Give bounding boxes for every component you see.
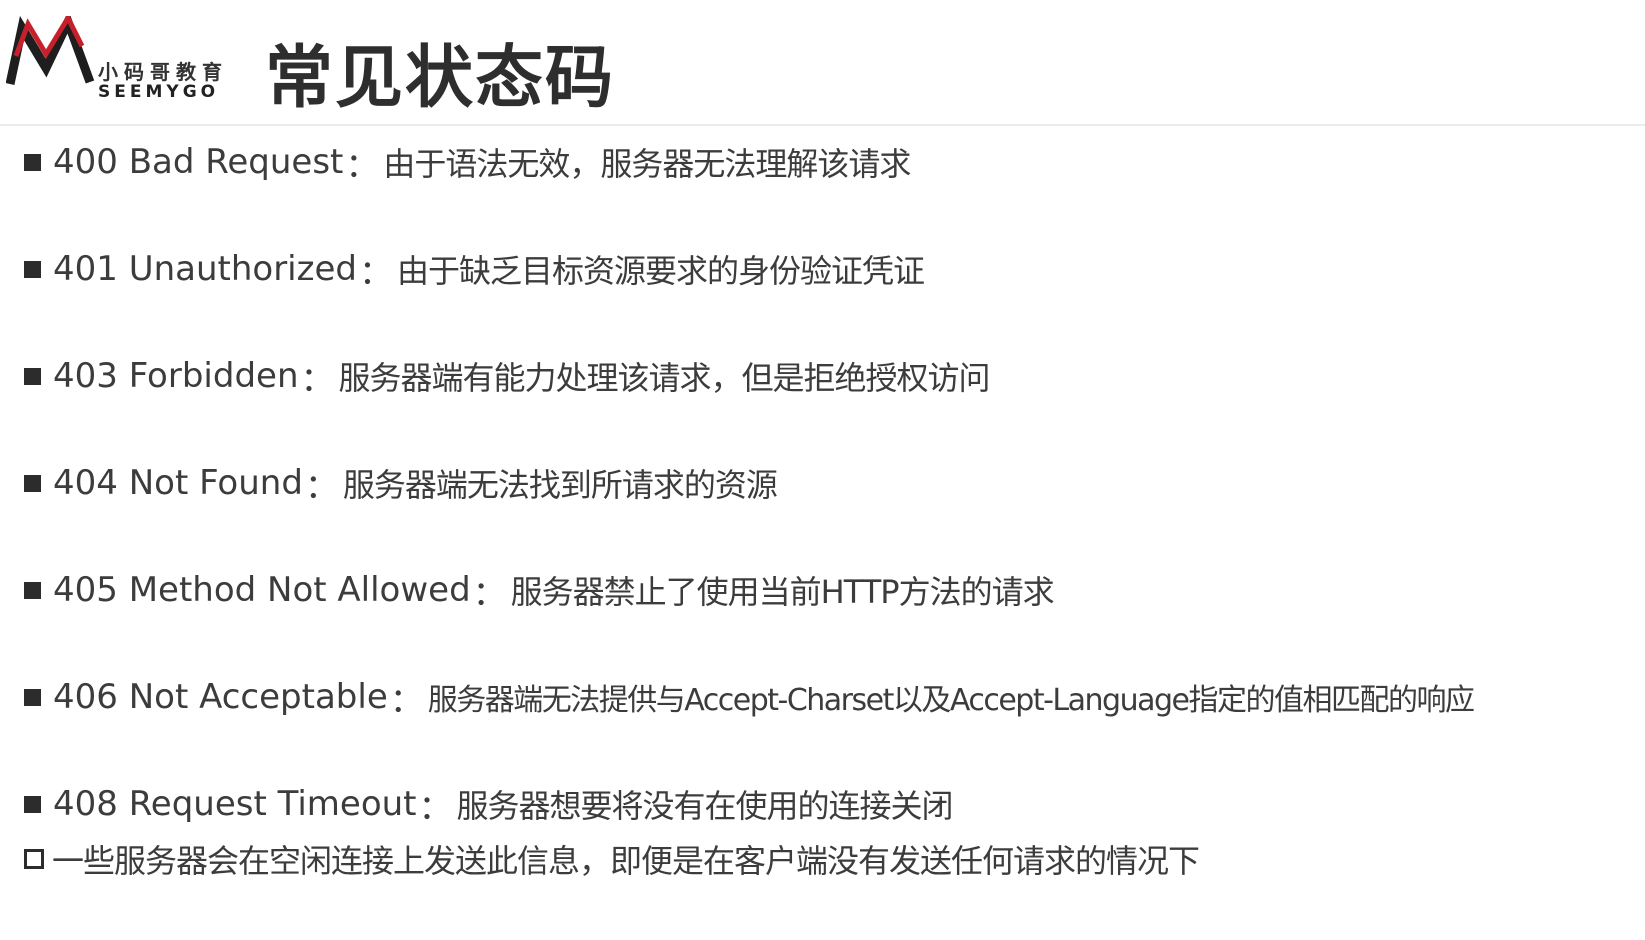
sub-item-description: 一些服务器会在空闲连接上发送此信息，即便是在客户端没有发送任何请求的情况下	[52, 842, 1200, 880]
status-description: 服务器端有能力处理该请求，但是拒绝授权访问	[338, 359, 991, 397]
square-bullet-icon	[24, 153, 41, 171]
list-item: 400 Bad Request：由于语法无效，服务器无法理解该请求	[24, 137, 911, 187]
status-description: 服务器端无法提供与Accept-Charset以及Accept-Language…	[427, 683, 1475, 718]
status-description: 服务器禁止了使用当前HTTP方法的请求	[510, 573, 1055, 611]
square-bullet-icon	[24, 367, 41, 385]
colon: ：	[389, 680, 424, 721]
list-item: 404 Not Found：服务器端无法找到所请求的资源	[24, 458, 778, 508]
colon: ：	[304, 466, 339, 507]
status-code: 403 Forbidden	[53, 356, 299, 396]
sub-list-item: 一些服务器会在空闲连接上发送此信息，即便是在客户端没有发送任何请求的情况下	[24, 834, 1200, 884]
status-code: 404 Not Found	[53, 463, 303, 503]
status-code: 406 Not Acceptable	[53, 677, 388, 717]
status-description: 由于缺乏目标资源要求的身份验证凭证	[396, 252, 925, 290]
status-code: 408 Request Timeout	[53, 784, 417, 824]
list-item: 405 Method Not Allowed：服务器禁止了使用当前HTTP方法的…	[24, 565, 1055, 615]
square-bullet-icon	[24, 581, 41, 599]
status-description: 服务器想要将没有在使用的连接关闭	[456, 787, 954, 825]
colon: ：	[418, 787, 453, 828]
status-code: 405 Method Not Allowed	[53, 570, 471, 610]
square-bullet-icon	[24, 260, 41, 278]
status-description: 服务器端无法找到所请求的资源	[342, 466, 778, 504]
colon: ：	[358, 252, 393, 293]
list-item: 408 Request Timeout：服务器想要将没有在使用的连接关闭	[24, 779, 954, 829]
status-code: 401 Unauthorized	[53, 249, 357, 289]
list-item: 401 Unauthorized：由于缺乏目标资源要求的身份验证凭证	[24, 244, 925, 294]
status-code-list: 400 Bad Request：由于语法无效，服务器无法理解该请求 401 Un…	[0, 0, 1645, 940]
hollow-square-bullet-icon	[24, 849, 44, 869]
status-description: 由于语法无效，服务器无法理解该请求	[383, 145, 911, 183]
colon: ：	[345, 145, 380, 186]
list-item: 406 Not Acceptable：服务器端无法提供与Accept-Chars…	[24, 672, 1475, 722]
colon: ：	[300, 359, 335, 400]
status-code: 400 Bad Request	[53, 142, 344, 182]
square-bullet-icon	[24, 795, 41, 813]
square-bullet-icon	[24, 688, 41, 706]
colon: ：	[472, 573, 507, 614]
list-item: 403 Forbidden：服务器端有能力处理该请求，但是拒绝授权访问	[24, 351, 991, 401]
square-bullet-icon	[24, 474, 41, 492]
